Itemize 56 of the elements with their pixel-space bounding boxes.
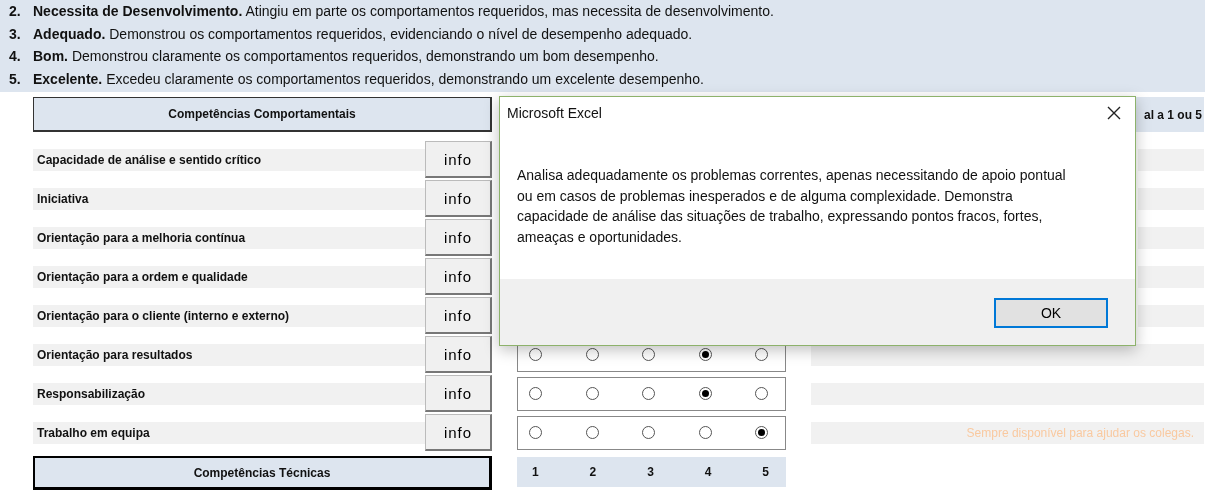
- list-number: 4.: [9, 48, 22, 65]
- info-button[interactable]: info: [425, 180, 492, 217]
- scale-number: 2: [589, 465, 597, 479]
- scale-description: Necessita de Desenvolvimento. Atingiu em parte os comportamentos requeridos, mas necessita de desenvolvimento.: [33, 3, 774, 20]
- competency-label: Trabalho em equipa: [33, 421, 425, 444]
- radio-button[interactable]: [698, 387, 712, 400]
- radio-button[interactable]: [642, 348, 655, 361]
- list-number: 2.: [9, 3, 22, 20]
- radio-button[interactable]: [698, 348, 712, 361]
- scale-number: 1: [532, 465, 539, 479]
- competency-label: Orientação para o cliente (interno e externo): [33, 304, 425, 327]
- comment-cell: [1138, 226, 1204, 249]
- competency-label: Orientação para resultados: [33, 343, 425, 366]
- info-button[interactable]: info: [425, 297, 492, 334]
- radio-button[interactable]: [755, 387, 768, 400]
- radio-button[interactable]: [585, 387, 599, 400]
- scale-number: 4: [704, 465, 712, 479]
- scale-description: Excelente. Excedeu claramente os comportamentos requeridos, demonstrando um excelente desempenho.: [33, 70, 704, 87]
- radio-button[interactable]: [642, 387, 655, 400]
- competency-label: Orientação para a melhoria contínua: [33, 226, 425, 249]
- info-button[interactable]: info: [425, 219, 492, 256]
- dialog-message: Analisa adequadamente os problemas correntes, apenas necessitando de apoio pontual ou em casos de problemas inesperados e de alguma complexidade. Demonstra capacidade de análise das situações de trabalho, expressando pontos fracos, fortes, ameaças e oportunidades.: [516, 166, 1067, 247]
- info-button[interactable]: info: [425, 141, 492, 178]
- radio-button[interactable]: [585, 348, 599, 361]
- scale-number: 5: [762, 465, 769, 479]
- close-icon[interactable]: [1107, 106, 1121, 120]
- section-header: Competências Comportamentais: [33, 97, 492, 132]
- info-button[interactable]: info: [425, 258, 492, 295]
- radio-button[interactable]: [585, 426, 599, 439]
- radio-button[interactable]: [529, 387, 542, 400]
- list-number: 3.: [9, 25, 22, 42]
- comment-cell: [1138, 304, 1204, 327]
- radio-button[interactable]: [529, 426, 542, 439]
- radio-button[interactable]: [529, 348, 542, 361]
- info-button[interactable]: info: [425, 414, 492, 451]
- comment-cell: [1138, 148, 1204, 171]
- list-number: 5.: [9, 70, 22, 87]
- radio-button[interactable]: [755, 348, 768, 361]
- competency-label: Responsabilização: [33, 382, 425, 405]
- radio-button[interactable]: [642, 426, 655, 439]
- competency-label: Iniciativa: [33, 187, 425, 210]
- scale-number: 3: [647, 465, 654, 479]
- info-button[interactable]: info: [425, 336, 492, 373]
- ok-button[interactable]: OK: [994, 298, 1108, 328]
- section-header: Competências Técnicas: [33, 456, 492, 490]
- dialog-title: Microsoft Excel: [507, 105, 602, 121]
- info-button[interactable]: info: [425, 375, 492, 412]
- comment-cell: [1138, 187, 1204, 210]
- scale-description: Bom. Demonstrou claramente os comportamentos requeridos, demonstrando um bom desempenho.: [33, 48, 659, 65]
- radio-button[interactable]: [698, 426, 712, 439]
- competency-label: Orientação para a ordem e qualidade: [33, 265, 425, 288]
- competency-label: Capacidade de análise e sentido crítico: [33, 148, 425, 171]
- comment-cell: Sempre disponível para ajudar os colegas.: [811, 421, 1204, 444]
- scale-description: Adequado. Demonstrou os comportamentos requeridos, evidenciando o nível de desempenho adequado.: [33, 25, 693, 42]
- comment-cell: [1138, 265, 1204, 288]
- radio-button[interactable]: [755, 426, 768, 439]
